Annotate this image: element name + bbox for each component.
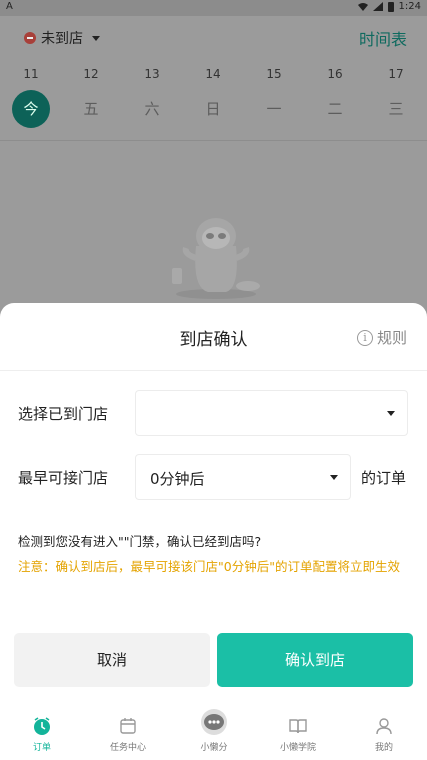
tab-orders[interactable]: 订单 <box>12 716 72 753</box>
day-name: 六 <box>144 100 160 118</box>
earliest-suffix: 的订单 <box>361 469 407 487</box>
week-strip: 11 今 12 五 13 六 14 日 15 一 16 二 17 三 <box>0 66 427 136</box>
notification-icon: A <box>6 1 13 12</box>
store-status-label: 未到店 <box>41 31 83 47</box>
day-number: 14 <box>205 67 221 81</box>
chat-bubble-icon <box>201 709 227 735</box>
rules-label: 规则 <box>376 329 407 347</box>
store-row: 选择已到门店 <box>0 390 427 436</box>
tab-label: 订单 <box>32 743 51 753</box>
day-number: 13 <box>144 67 160 81</box>
rules-button[interactable]: i 规则 <box>356 327 407 348</box>
earliest-row: 最早可接门店 0分钟后 的订单 <box>0 454 427 500</box>
signal-icon <box>372 2 383 11</box>
chevron-down-icon <box>387 411 395 416</box>
day-number: 17 <box>388 67 404 81</box>
day-item[interactable]: 16 二 <box>315 66 355 128</box>
sloth-mascot-icon <box>172 218 260 299</box>
store-label: 选择已到门店 <box>18 405 109 423</box>
store-select[interactable] <box>135 390 408 436</box>
clock-icon <box>34 717 50 735</box>
day-name: 五 <box>83 100 99 118</box>
day-name: 三 <box>388 100 404 118</box>
status-bar: A 1:24 <box>0 0 427 16</box>
earliest-label: 最早可接门店 <box>18 469 109 487</box>
day-name: 日 <box>205 100 221 118</box>
earliest-select-value: 0分钟后 <box>150 470 205 488</box>
book-icon <box>289 719 307 734</box>
tab-profile[interactable]: 我的 <box>354 716 414 753</box>
tab-xiaolan-academy[interactable]: 小懒学院 <box>268 716 328 753</box>
battery-icon <box>387 1 394 12</box>
person-icon <box>376 718 392 735</box>
earliest-select[interactable]: 0分钟后 <box>135 454 351 500</box>
divider <box>0 140 427 141</box>
detect-message: 检测到您没有进入""门禁，确认已经到店吗? <box>18 534 262 549</box>
confirm-arrival-button[interactable]: 确认到店 <box>217 633 413 687</box>
chevron-down-icon <box>330 475 338 480</box>
day-number: 11 <box>23 67 39 81</box>
day-item[interactable]: 17 三 <box>376 66 416 128</box>
tab-xiaolan-score[interactable]: 小懒分 <box>184 709 244 753</box>
top-bar: 未到店 时间表 <box>0 16 427 60</box>
notice-message: 注意：确认到店后，最早可接该门店"0分钟后"的订单配置将立即生效 <box>18 559 400 574</box>
store-status-dropdown[interactable]: 未到店 <box>24 26 100 50</box>
cancel-button[interactable]: 取消 <box>14 633 210 687</box>
day-number: 15 <box>266 67 282 81</box>
tab-label: 小懒学院 <box>279 743 316 753</box>
day-item[interactable]: 12 五 <box>71 66 111 128</box>
day-number: 16 <box>327 67 343 81</box>
bottom-tab-bar: 订单 任务中心 小懒分 小懒学院 我的 <box>0 708 427 760</box>
status-indicators: 1:24 <box>357 1 421 12</box>
day-item[interactable]: 14 日 <box>193 66 233 128</box>
clock-time: 1:24 <box>398 1 421 12</box>
sheet-header: 到店确认 i 规则 <box>0 303 427 371</box>
day-name: 今 <box>12 90 50 128</box>
day-item[interactable]: 13 六 <box>132 66 172 128</box>
schedule-link[interactable]: 时间表 <box>359 26 407 50</box>
tab-task-center[interactable]: 任务中心 <box>98 716 158 753</box>
wifi-icon <box>357 3 368 11</box>
day-item[interactable]: 11 今 <box>11 66 51 128</box>
tab-label: 任务中心 <box>109 743 146 753</box>
no-entry-icon <box>24 32 36 44</box>
day-item[interactable]: 15 一 <box>254 66 294 128</box>
chevron-down-icon <box>92 35 100 41</box>
calendar-icon <box>120 718 136 734</box>
day-name: 一 <box>266 100 282 118</box>
day-name: 二 <box>327 100 343 118</box>
tab-label: 小懒分 <box>200 743 228 753</box>
arrival-confirm-sheet: 到店确认 i 规则 选择已到门店 最早可接门店 0分钟后 的订单 检测到您没有进… <box>0 303 427 760</box>
info-icon: i <box>356 329 373 346</box>
day-number: 12 <box>83 67 99 81</box>
tab-label: 我的 <box>374 743 393 753</box>
